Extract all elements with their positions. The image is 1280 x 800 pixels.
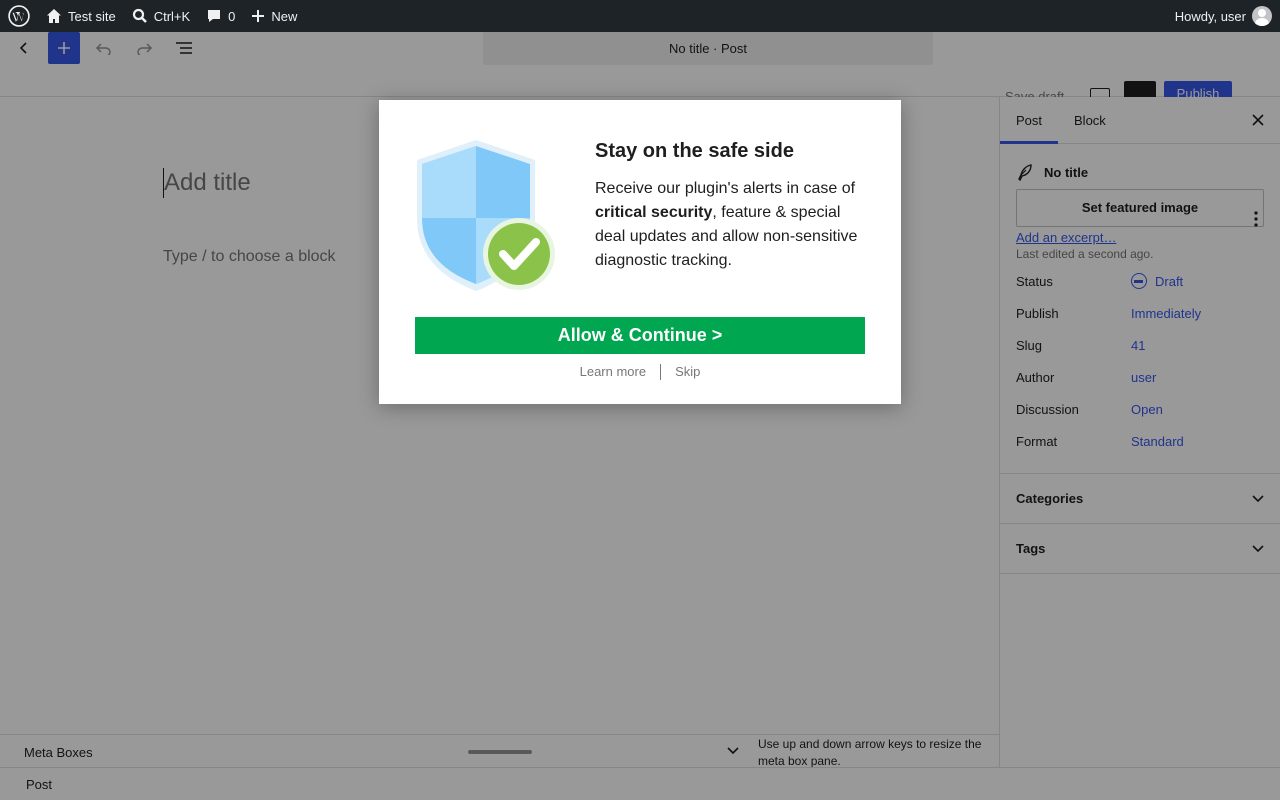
opt-in-modal: Stay on the safe side Receive our plugin… bbox=[379, 100, 901, 404]
link-divider bbox=[660, 364, 662, 380]
search-icon bbox=[132, 8, 147, 23]
new-label: New bbox=[271, 8, 298, 24]
comments-menu[interactable]: 0 bbox=[198, 0, 243, 32]
learn-more-link[interactable]: Learn more bbox=[580, 364, 646, 380]
command-palette-button[interactable]: Ctrl+K bbox=[124, 0, 198, 32]
site-name: Test site bbox=[68, 8, 116, 24]
site-name-menu[interactable]: Test site bbox=[38, 0, 124, 32]
howdy-text: Howdy, user bbox=[1174, 8, 1246, 24]
comment-icon bbox=[208, 10, 221, 22]
avatar bbox=[1252, 6, 1272, 26]
skip-link[interactable]: Skip bbox=[675, 364, 700, 380]
allow-continue-button[interactable]: Allow & Continue > bbox=[415, 317, 865, 354]
modal-body-pre: Receive our plugin's alerts in case of bbox=[595, 180, 856, 197]
my-account-menu[interactable]: Howdy, user bbox=[1167, 0, 1280, 32]
shield-check-icon bbox=[417, 140, 555, 291]
modal-links: Learn more Skip bbox=[379, 364, 901, 380]
wordpress-logo-icon bbox=[8, 5, 30, 27]
search-shortcut: Ctrl+K bbox=[153, 8, 191, 24]
modal-body: Receive our plugin's alerts in case of c… bbox=[595, 177, 870, 273]
modal-body-bold: critical security bbox=[595, 204, 713, 221]
modal-title: Stay on the safe side bbox=[595, 140, 794, 162]
comments-count: 0 bbox=[228, 8, 236, 24]
admin-bar: Test site Ctrl+K 0 New Howdy, user bbox=[0, 0, 1280, 32]
home-icon bbox=[47, 9, 61, 23]
new-content-menu[interactable]: New bbox=[243, 0, 305, 32]
wordpress-logo-menu[interactable] bbox=[0, 0, 38, 32]
plus-icon bbox=[252, 10, 265, 22]
